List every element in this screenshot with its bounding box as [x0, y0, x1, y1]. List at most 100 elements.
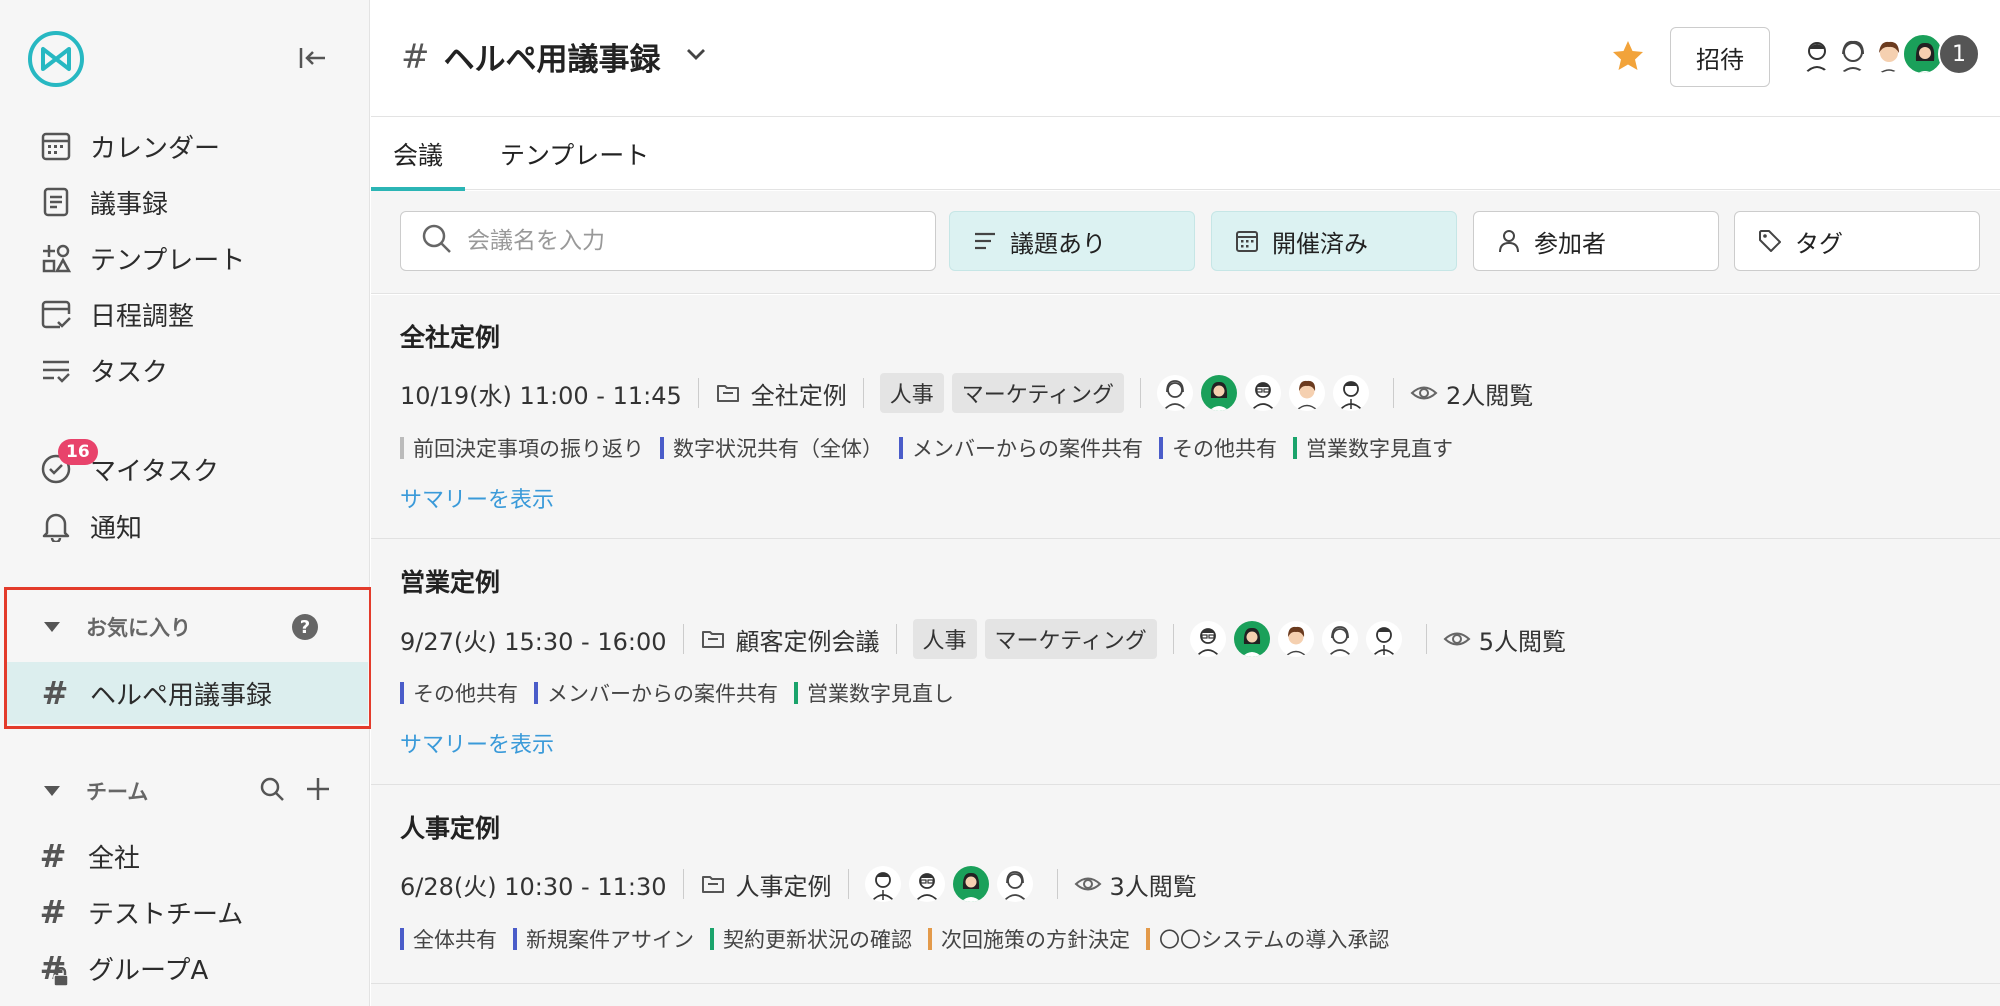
search-input[interactable] — [467, 228, 917, 254]
nav-label: 通知 — [90, 513, 143, 544]
filter-tags-button[interactable]: タグ — [1734, 211, 1980, 271]
filter-held-button[interactable]: 開催済み — [1211, 211, 1457, 271]
divider — [1393, 378, 1395, 408]
app-logo-icon[interactable] — [26, 29, 86, 89]
meeting-title[interactable]: 営業定例 — [400, 563, 500, 599]
meeting-card[interactable]: 全社定例 10/19(水) 11:00 - 11:45 全社定例 人事 マーケテ… — [371, 295, 2000, 539]
divider — [682, 869, 684, 899]
calendar-icon — [1234, 228, 1260, 254]
page-title-text: ヘルペ用議事録 — [443, 42, 661, 78]
tag-chip[interactable]: 人事 — [912, 619, 977, 659]
favorite-item-label: ヘルペ用議事録 — [90, 680, 273, 711]
divider — [847, 869, 849, 899]
search-box[interactable] — [400, 211, 936, 271]
meeting-card[interactable]: 人事定例 6/28(火) 10:30 - 11:30 人事定例 3人閲覧 全体共… — [371, 786, 2000, 984]
avatar — [1201, 375, 1238, 411]
more-members-count: 1 — [1938, 33, 1980, 75]
view-count: 2人閲覧 — [1410, 376, 1533, 411]
meeting-datetime: 10/19(水) 11:00 - 11:45 — [400, 381, 682, 410]
team-item-all[interactable]: # 全社 — [0, 831, 370, 881]
folder-icon — [700, 871, 726, 897]
nav-my-tasks[interactable]: 16 マイタスク — [0, 439, 370, 494]
favorites-section-header[interactable]: お気に入り ? — [0, 605, 370, 649]
filter-label: 議題あり — [1010, 229, 1106, 258]
eye-icon — [1410, 379, 1438, 407]
favorite-item-help-minutes[interactable]: # ヘルペ用議事録 — [6, 662, 368, 724]
nav-tasks[interactable]: タスク — [0, 345, 370, 395]
bell-icon — [38, 508, 74, 544]
sidebar: カレンダー 議事録 テンプレート 日程調整 タスク 16 マイタスク 通知 お気… — [0, 0, 372, 1006]
avatar — [1333, 375, 1370, 411]
meeting-meta: 6/28(火) 10:30 - 11:30 人事定例 3人閲覧 — [400, 864, 1197, 904]
team-item-test[interactable]: # テストチーム — [0, 887, 370, 937]
locked-hash-icon: # — [39, 949, 69, 987]
filter-participants-button[interactable]: 参加者 — [1473, 211, 1719, 271]
search-icon — [421, 223, 453, 259]
avatar — [1289, 375, 1326, 411]
search-team-icon[interactable] — [258, 775, 286, 808]
agenda-item: 数字状況共有（全体） — [660, 433, 883, 463]
nav-label: タスク — [90, 357, 169, 388]
meeting-card[interactable]: 営業定例 9/27(火) 15:30 - 16:00 顧客定例会議 人事 マーケ… — [371, 540, 2000, 785]
avatar — [1277, 621, 1314, 657]
filter-has-agenda-button[interactable]: 議題あり — [949, 211, 1195, 271]
nav-scheduling[interactable]: 日程調整 — [0, 289, 370, 339]
meeting-list: 全社定例 10/19(水) 11:00 - 11:45 全社定例 人事 マーケテ… — [371, 295, 2000, 1006]
hash-icon: # — [41, 674, 69, 712]
tag-chip[interactable]: マーケティング — [951, 373, 1125, 413]
view-count-label: 2人閲覧 — [1446, 381, 1534, 410]
agenda-item: 契約更新状況の確認 — [710, 924, 912, 954]
add-team-icon[interactable] — [304, 775, 332, 808]
collapse-sidebar-icon[interactable] — [295, 41, 329, 75]
schedule-icon — [38, 296, 74, 332]
header: # ヘルペ用議事録 招待 1 — [371, 0, 2000, 117]
member-avatars[interactable]: 1 — [1794, 33, 1980, 75]
collapse-triangle-icon — [44, 786, 60, 796]
filter-label: タグ — [1795, 229, 1843, 258]
tag-chip[interactable]: マーケティング — [984, 619, 1157, 659]
show-summary-link[interactable]: サマリーを表示 — [400, 727, 554, 759]
star-icon[interactable] — [1610, 38, 1646, 78]
team-section-header[interactable]: チーム — [0, 769, 370, 813]
meeting-title[interactable]: 人事定例 — [400, 809, 500, 845]
nav-notifications[interactable]: 通知 — [0, 501, 370, 551]
team-item-group-a[interactable]: # グループA — [0, 943, 370, 993]
divider — [1172, 624, 1174, 654]
invite-button[interactable]: 招待 — [1670, 27, 1770, 87]
help-icon[interactable]: ? — [292, 614, 318, 640]
meeting-title[interactable]: 全社定例 — [400, 318, 500, 354]
filter-label: 参加者 — [1534, 229, 1606, 258]
divider — [895, 624, 897, 654]
tab-meetings[interactable]: 会議 — [370, 118, 466, 191]
nav-templates[interactable]: テンプレート — [0, 233, 370, 283]
template-icon — [38, 240, 74, 276]
meeting-meta: 9/27(火) 15:30 - 16:00 顧客定例会議 人事 マーケティング … — [400, 619, 1566, 659]
agenda-list: 前回決定事項の振り返り 数字状況共有（全体） メンバーからの案件共有 その他共有… — [400, 433, 1469, 463]
divider — [697, 378, 699, 408]
nav-label: 日程調整 — [90, 301, 195, 332]
nav-calendar[interactable]: カレンダー — [0, 121, 370, 171]
show-summary-link[interactable]: サマリーを表示 — [400, 482, 554, 514]
avatar — [1189, 621, 1226, 657]
agenda-item: 営業数字見直す — [1293, 433, 1453, 463]
view-count: 3人閲覧 — [1074, 867, 1197, 902]
meeting-datetime: 9/27(火) 15:30 - 16:00 — [400, 627, 667, 656]
page-title[interactable]: # ヘルペ用議事録 — [401, 34, 709, 79]
hash-icon: # — [39, 837, 67, 875]
avatar — [864, 866, 901, 902]
avatar — [996, 866, 1033, 902]
meeting-folder[interactable]: 人事定例 — [736, 867, 832, 902]
meeting-folder[interactable]: 全社定例 — [751, 376, 847, 411]
view-count-label: 3人閲覧 — [1109, 872, 1197, 901]
meeting-folder[interactable]: 顧客定例会議 — [736, 622, 880, 657]
avatar — [1365, 621, 1402, 657]
eye-icon — [1074, 870, 1102, 898]
tag-chip[interactable]: 人事 — [879, 373, 944, 413]
avatar — [1321, 621, 1358, 657]
chevron-down-icon[interactable] — [683, 39, 709, 75]
agenda-item: その他共有 — [400, 678, 518, 708]
calendar-icon — [38, 128, 74, 164]
tab-templates[interactable]: テンプレート — [500, 118, 649, 190]
task-list-icon — [38, 352, 74, 388]
nav-minutes[interactable]: 議事録 — [0, 177, 370, 227]
